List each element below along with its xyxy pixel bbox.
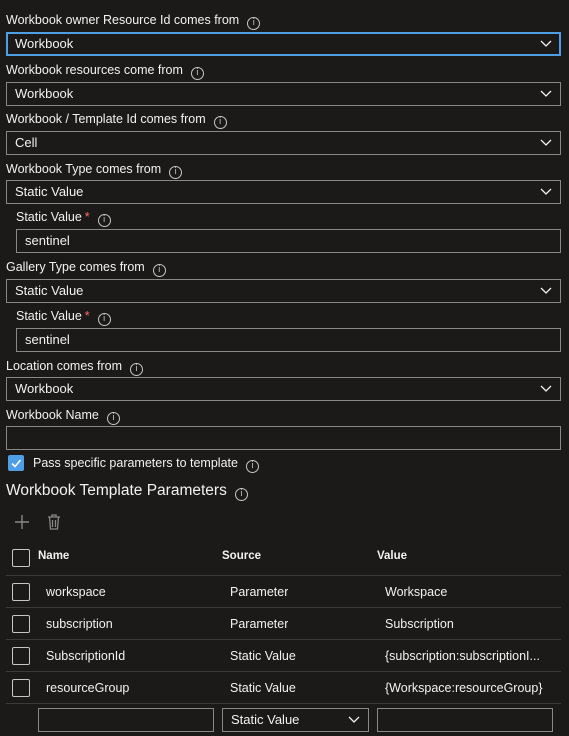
- workbook-type-label: Workbook Type comes from i: [6, 160, 183, 179]
- checkmark-icon: [11, 459, 22, 468]
- add-icon[interactable]: [12, 512, 32, 532]
- select-all-checkbox[interactable]: [12, 549, 30, 567]
- required-marker: *: [84, 210, 90, 224]
- info-icon[interactable]: i: [152, 264, 166, 277]
- template-id-value: Cell: [15, 135, 38, 150]
- template-id-dropdown[interactable]: Cell: [6, 131, 561, 155]
- template-id-label: Workbook / Template Id comes from i: [6, 110, 227, 129]
- static-value-text: sentinel: [25, 233, 70, 248]
- row-source: Parameter: [230, 617, 289, 631]
- row-name: SubscriptionId: [46, 649, 126, 663]
- owner-resource-dropdown[interactable]: Workbook: [6, 32, 561, 56]
- row-name: workspace: [46, 585, 106, 599]
- resources-dropdown[interactable]: Workbook: [6, 82, 561, 106]
- info-icon[interactable]: i: [106, 412, 120, 425]
- row-divider: [6, 575, 561, 576]
- info-icon[interactable]: i: [245, 460, 259, 473]
- row-checkbox[interactable]: [12, 647, 30, 665]
- row-name: resourceGroup: [46, 681, 130, 695]
- row-source: Parameter: [230, 585, 289, 599]
- chevron-down-icon: [540, 188, 552, 196]
- info-icon[interactable]: i: [247, 17, 261, 30]
- gallery-type-dropdown[interactable]: Static Value: [6, 279, 561, 303]
- row-divider: [6, 639, 561, 640]
- new-param-source-value: Static Value: [231, 712, 300, 727]
- location-label: Location comes from i: [6, 357, 144, 376]
- chevron-down-icon: [540, 287, 552, 295]
- new-param-value-input[interactable]: [377, 708, 553, 732]
- row-value: Subscription: [385, 617, 454, 631]
- section-title: Workbook Template Parameters i: [6, 480, 248, 502]
- workbook-name-label: Workbook Name i: [6, 406, 120, 425]
- col-source-header[interactable]: Source: [222, 548, 261, 564]
- col-value-header[interactable]: Value: [377, 548, 407, 564]
- chevron-down-icon: [540, 40, 552, 48]
- workbook-type-value: Static Value: [15, 184, 84, 199]
- row-value: {Workspace:resourceGroup}: [385, 681, 543, 695]
- static-value-text: sentinel: [25, 332, 70, 347]
- row-source: Static Value: [230, 681, 296, 695]
- new-param-name-input[interactable]: [38, 708, 214, 732]
- workbook-type-dropdown[interactable]: Static Value: [6, 180, 561, 204]
- row-name: subscription: [46, 617, 113, 631]
- info-icon[interactable]: i: [97, 214, 111, 227]
- info-icon[interactable]: i: [130, 363, 144, 376]
- gallery-type-label: Gallery Type comes from i: [6, 258, 166, 277]
- owner-resource-value: Workbook: [15, 36, 74, 51]
- info-icon[interactable]: i: [190, 67, 204, 80]
- info-icon[interactable]: i: [97, 313, 111, 326]
- row-divider: [6, 671, 561, 672]
- static-value-input[interactable]: sentinel: [16, 229, 561, 253]
- chevron-down-icon: [540, 139, 552, 147]
- new-param-source-dropdown[interactable]: Static Value: [222, 708, 369, 732]
- row-divider: [6, 703, 561, 704]
- row-source: Static Value: [230, 649, 296, 663]
- pass-params-label: Pass specific parameters to template i: [33, 454, 259, 473]
- chevron-down-icon: [540, 385, 552, 393]
- row-value: {subscription:subscriptionI...: [385, 649, 540, 663]
- row-checkbox[interactable]: [12, 679, 30, 697]
- location-value: Workbook: [15, 381, 74, 396]
- chevron-down-icon: [348, 716, 360, 724]
- gallery-type-value: Static Value: [15, 283, 84, 298]
- delete-icon[interactable]: [44, 512, 64, 532]
- row-checkbox[interactable]: [12, 583, 30, 601]
- location-dropdown[interactable]: Workbook: [6, 377, 561, 401]
- static-value-label: Static Value * i: [16, 208, 111, 227]
- row-divider: [6, 607, 561, 608]
- owner-resource-label: Workbook owner Resource Id comes from i: [6, 11, 261, 30]
- resources-value: Workbook: [15, 86, 74, 101]
- row-value: Workspace: [385, 585, 448, 599]
- chevron-down-icon: [540, 90, 552, 98]
- col-name-header[interactable]: Name: [38, 548, 69, 564]
- workbook-name-input[interactable]: [6, 426, 561, 450]
- info-icon[interactable]: i: [169, 166, 183, 179]
- info-icon[interactable]: i: [234, 488, 248, 501]
- required-marker: *: [84, 309, 90, 323]
- static-value-label: Static Value * i: [16, 307, 111, 326]
- static-value-input[interactable]: sentinel: [16, 328, 561, 352]
- info-icon[interactable]: i: [213, 116, 227, 129]
- row-checkbox[interactable]: [12, 615, 30, 633]
- resources-label: Workbook resources come from i: [6, 61, 204, 80]
- pass-params-checkbox[interactable]: [8, 455, 24, 471]
